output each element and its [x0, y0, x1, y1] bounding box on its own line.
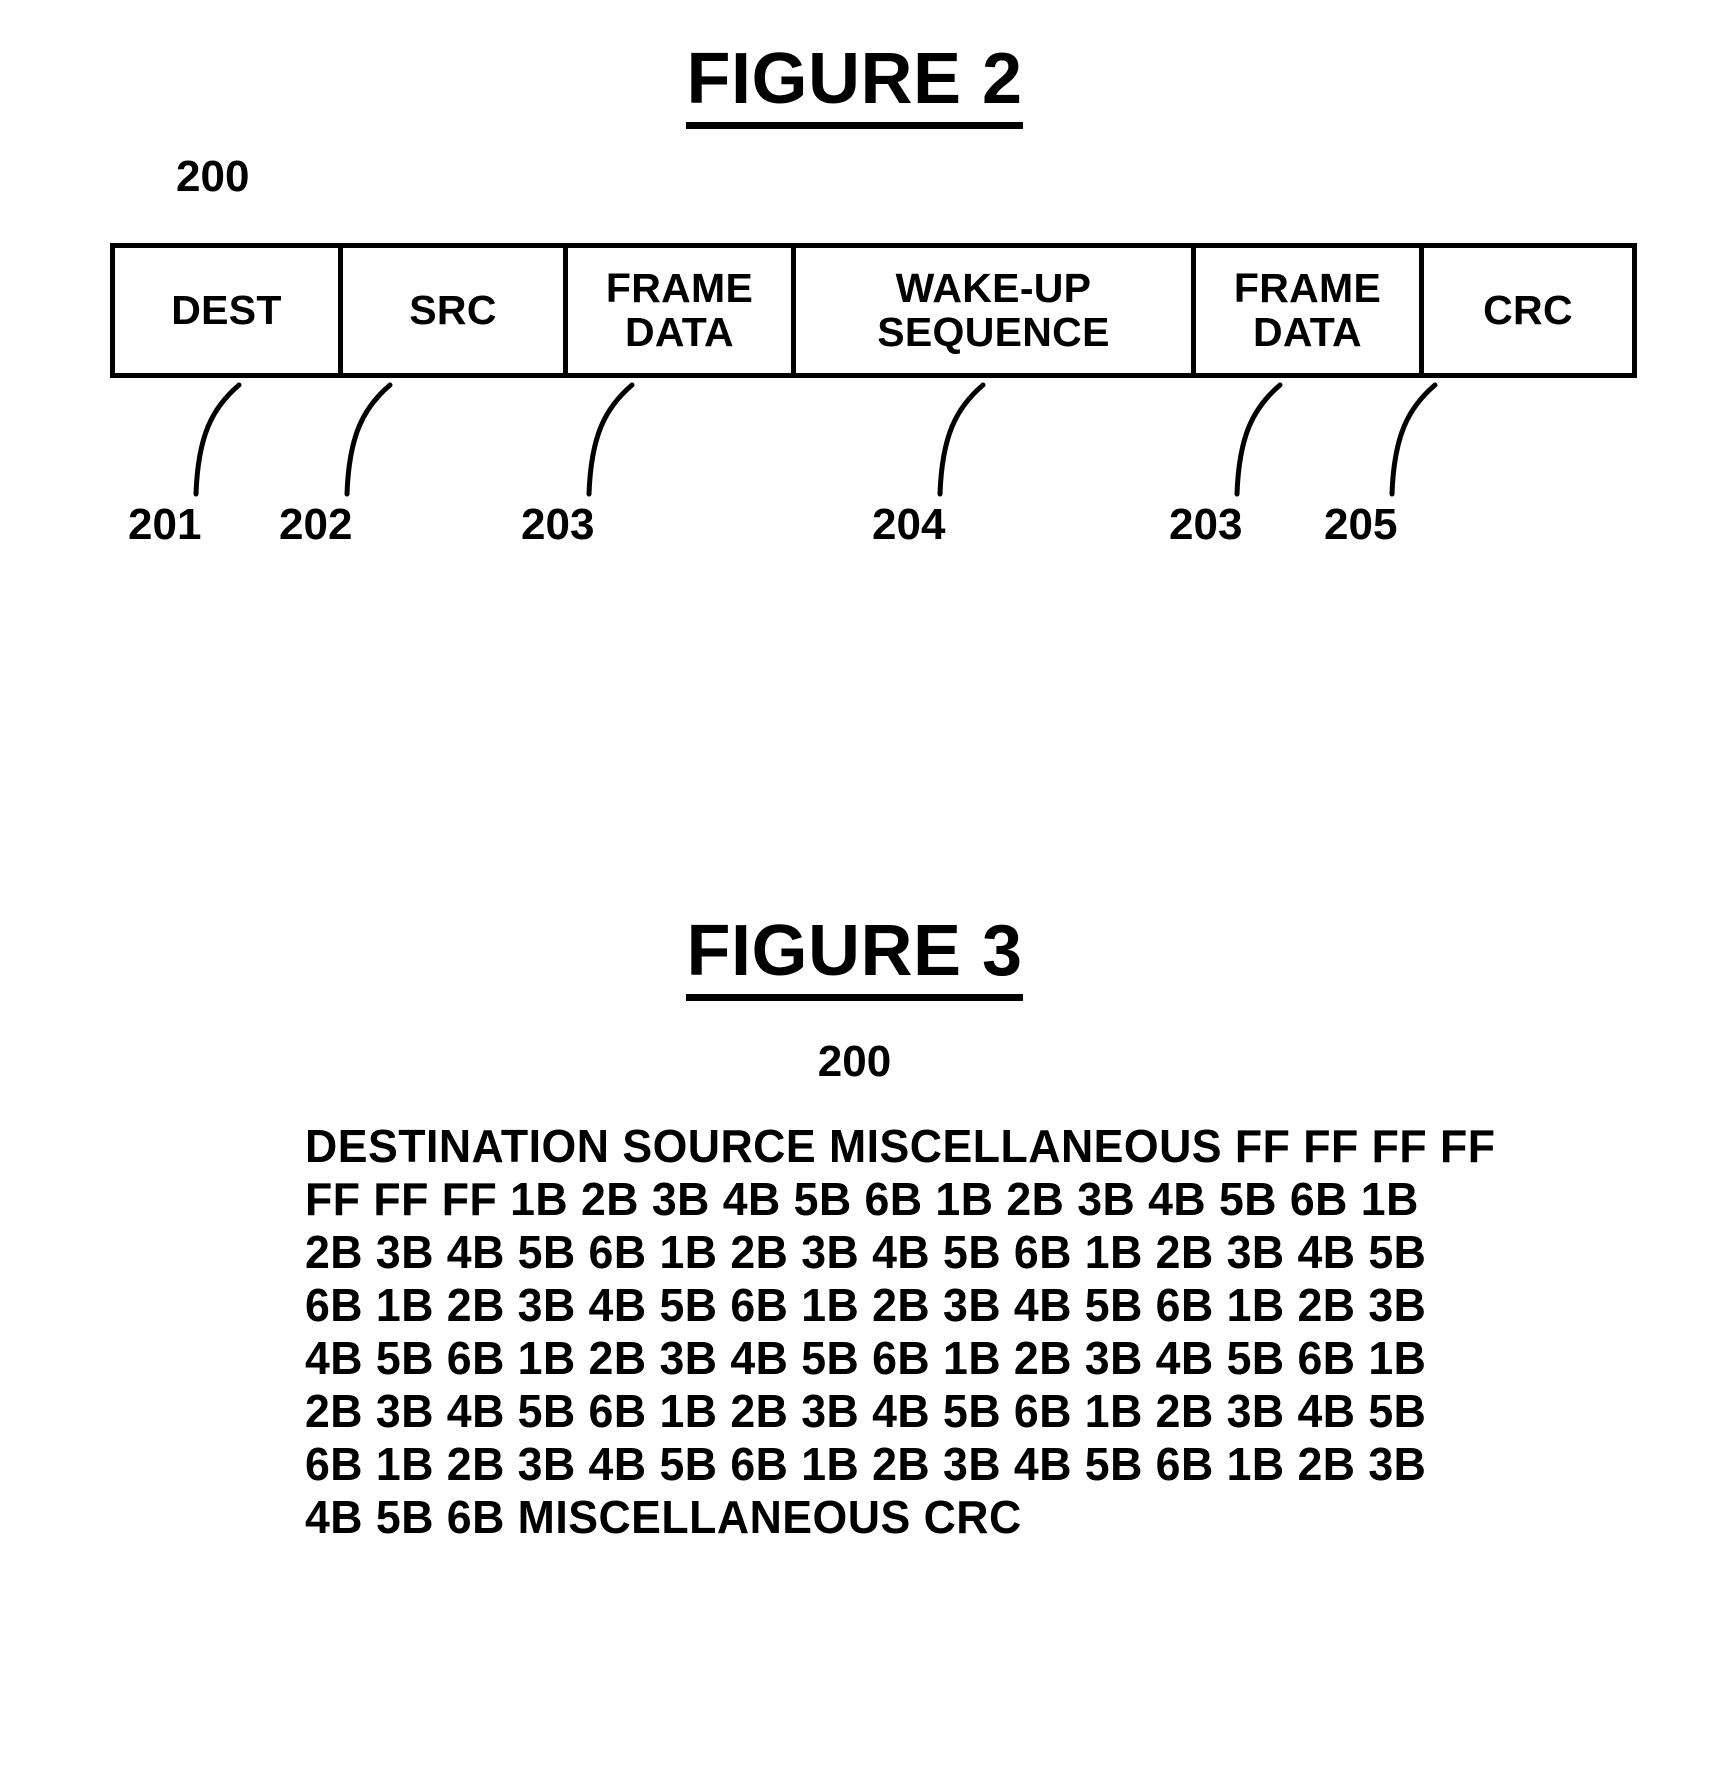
frame-cell-frame-data-first-label: FRAME DATA	[605, 265, 754, 355]
frame-cell-dest: DEST	[115, 248, 343, 373]
hex-dump-line: 6B 1B 2B 3B 4B 5B 6B 1B 2B 3B 4B 5B 6B 1…	[305, 1438, 1427, 1490]
frame-cell-wake-up-sequence: WAKE-UP SEQUENCE	[796, 248, 1196, 373]
figure-3-title-text: FIGURE 3	[686, 910, 1023, 1001]
frame-cell-src-label: SRC	[409, 286, 497, 333]
reference-number-204: 204	[872, 500, 946, 549]
frame-cell-frame-data-first: FRAME DATA	[568, 248, 796, 373]
frame-cell-wake-up-sequence-label: WAKE-UP SEQUENCE	[877, 265, 1110, 355]
figure-2-title-text: FIGURE 2	[686, 38, 1023, 129]
hex-dump-line: 4B 5B 6B 1B 2B 3B 4B 5B 6B 1B 2B 3B 4B 5…	[305, 1332, 1427, 1384]
reference-number-202: 202	[279, 500, 353, 549]
reference-number-201: 201	[128, 500, 202, 549]
hex-dump-line: FF FF FF 1B 2B 3B 4B 5B 6B 1B 2B 3B 4B 5…	[305, 1173, 1419, 1225]
frame-cell-crc-label: CRC	[1483, 286, 1573, 333]
reference-number-203-second: 203	[1169, 500, 1243, 549]
leader-line-202	[344, 382, 393, 497]
leader-line-201	[193, 382, 242, 497]
hex-dump-line: DESTINATION SOURCE MISCELLANEOUS FF FF F…	[305, 1120, 1496, 1172]
figure-2-assembly-reference: 200	[176, 152, 250, 201]
reference-number-203-first: 203	[521, 500, 595, 549]
hex-dump-line: 2B 3B 4B 5B 6B 1B 2B 3B 4B 5B 6B 1B 2B 3…	[305, 1226, 1427, 1278]
frame-cell-frame-data-second: FRAME DATA	[1196, 248, 1424, 373]
frame-cell-src: SRC	[343, 248, 568, 373]
leader-line-205	[1389, 382, 1438, 497]
hex-dump-line: 6B 1B 2B 3B 4B 5B 6B 1B 2B 3B 4B 5B 6B 1…	[305, 1279, 1427, 1331]
frame-hex-dump: DESTINATION SOURCE MISCELLANEOUS FF FF F…	[305, 1120, 1496, 1544]
frame-cell-crc: CRC	[1424, 248, 1632, 373]
leader-line-203-second	[1234, 382, 1283, 497]
figure-2-title: FIGURE 2	[0, 38, 1709, 129]
hex-dump-line: 4B 5B 6B MISCELLANEOUS CRC	[305, 1491, 1022, 1543]
reference-number-205: 205	[1324, 500, 1398, 549]
figure-3-title: FIGURE 3	[0, 910, 1709, 1001]
frame-cell-frame-data-second-label: FRAME DATA	[1233, 265, 1382, 355]
frame-cell-dest-label: DEST	[171, 286, 282, 333]
hex-dump-line: 2B 3B 4B 5B 6B 1B 2B 3B 4B 5B 6B 1B 2B 3…	[305, 1385, 1427, 1437]
leader-line-203-first	[586, 382, 635, 497]
leader-line-204	[937, 382, 986, 497]
figure-3-assembly-reference: 200	[817, 1037, 892, 1086]
frame-format-diagram: DEST SRC FRAME DATA WAKE-UP SEQUENCE FRAME…	[110, 243, 1637, 378]
